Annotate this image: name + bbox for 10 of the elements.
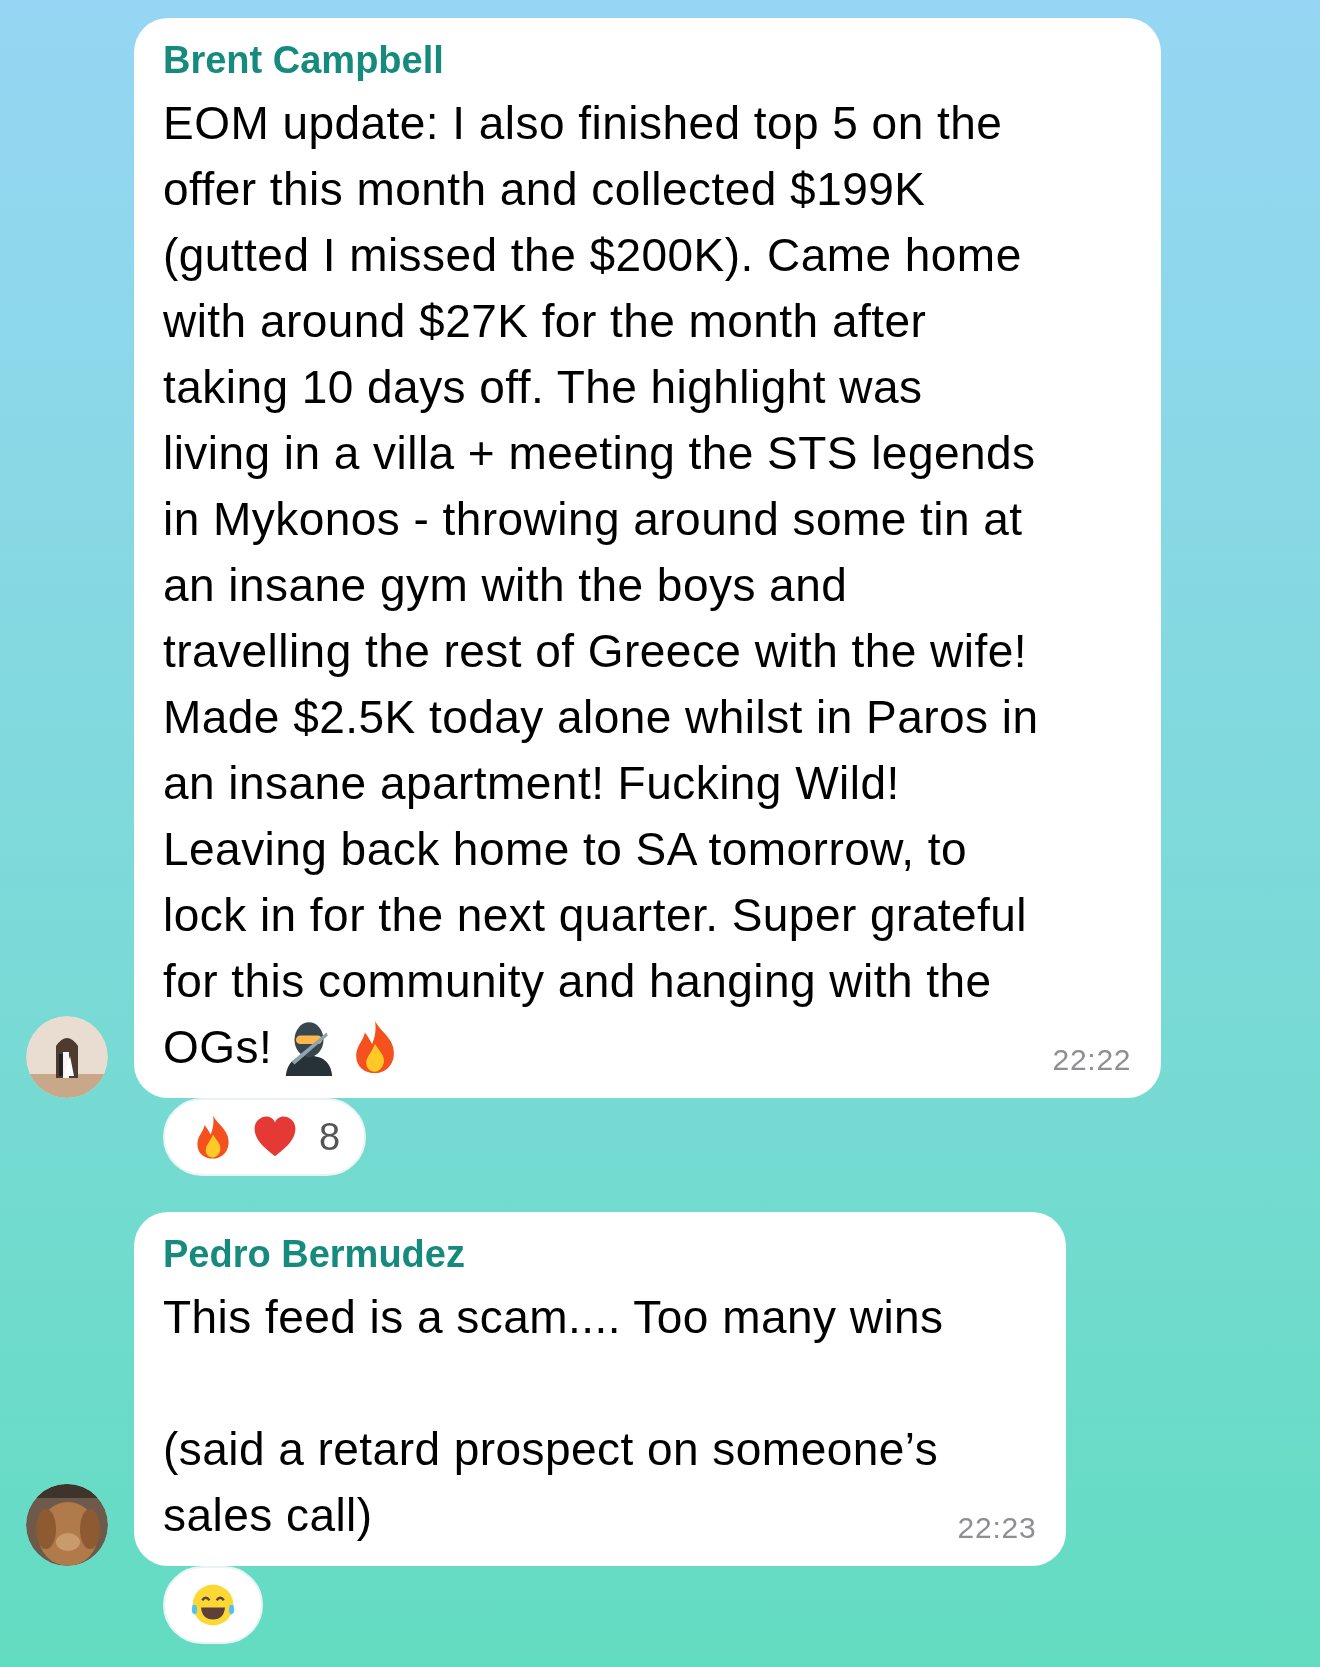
message-time: 22:22 (1052, 1042, 1132, 1078)
message-text: (said a retard prospect on someone’s sales call) (163, 1422, 940, 1543)
message-text: OGs! (163, 1020, 273, 1075)
message-text: EOM update: I also finished top 5 on the offer this month and collected $199K (gutted I missed the $200K). Came home with around $27K for the month after taking 10 days off. The highlight was living in a villa + meeting the STS legends in Mykonos - throwing around some tin at an insane gym with the boys and travelling the rest of Greece with the wife! Made $2.5K today alone whilst in Paros in an insane apartment! Fucking Wild! Leaving back home to SA tomorrow, to lock in for the next quarter. Super grateful for this community and hanging with the (163, 96, 1039, 1009)
sender-name: Brent Campbell (163, 38, 445, 83)
sender-name: Pedro Bermudez (163, 1232, 466, 1277)
message-text: This feed is a scam.... Too many wins (163, 1290, 944, 1345)
reaction-count: 8 (319, 1114, 341, 1160)
reaction-pill[interactable]: 8 (163, 1098, 367, 1176)
message-time: 22:23 (957, 1510, 1037, 1546)
